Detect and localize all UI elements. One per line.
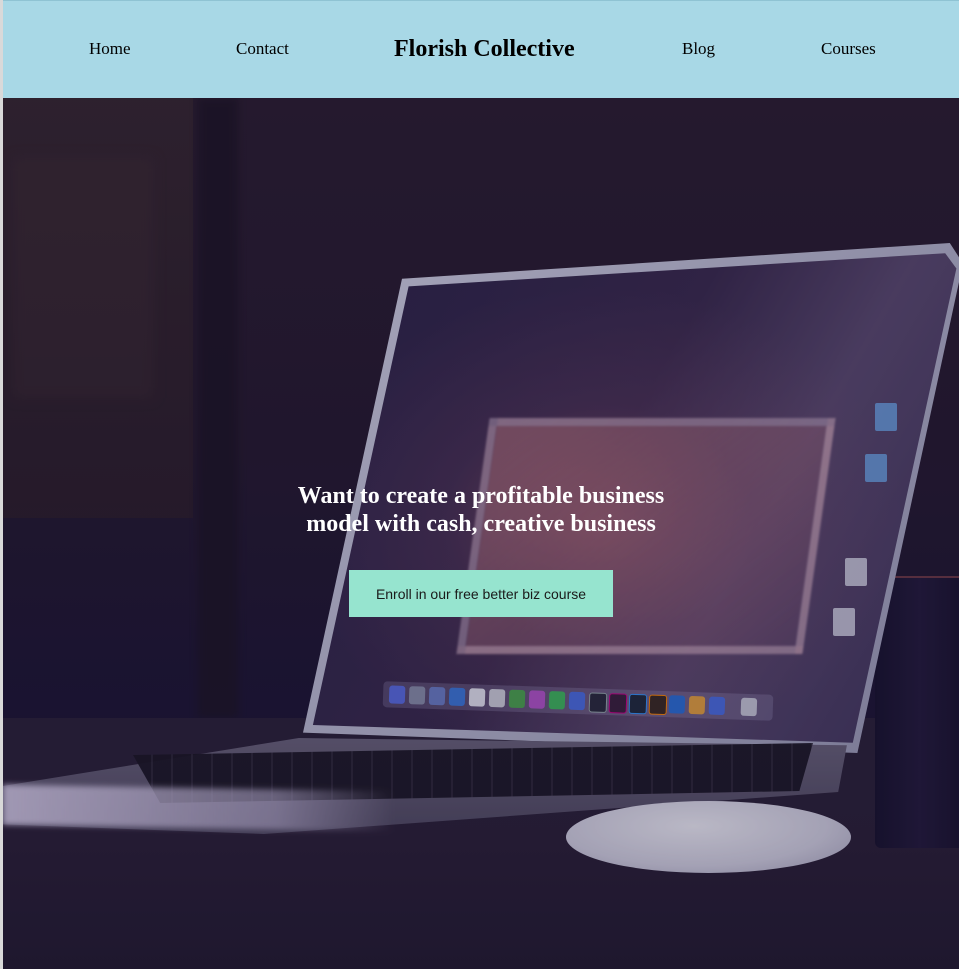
nav-link-contact[interactable]: Contact [236, 39, 289, 59]
hero-heading: Want to create a profitable business mod… [3, 482, 959, 538]
site-header: Home Contact Florish Collective Blog Cou… [3, 0, 959, 98]
hero-heading-line: Want to create a profitable business [297, 483, 665, 509]
nav-link-blog[interactable]: Blog [682, 39, 715, 59]
nav-link-home[interactable]: Home [89, 39, 131, 59]
page: Home Contact Florish Collective Blog Cou… [3, 0, 959, 969]
nav-link-courses[interactable]: Courses [821, 39, 876, 59]
hero-heading-line: model with cash, creative business [306, 511, 656, 537]
enroll-button[interactable]: Enroll in our free better biz course [349, 570, 613, 617]
site-brand[interactable]: Florish Collective [394, 35, 575, 63]
hero-section: Want to create a profitable business mod… [3, 98, 959, 969]
